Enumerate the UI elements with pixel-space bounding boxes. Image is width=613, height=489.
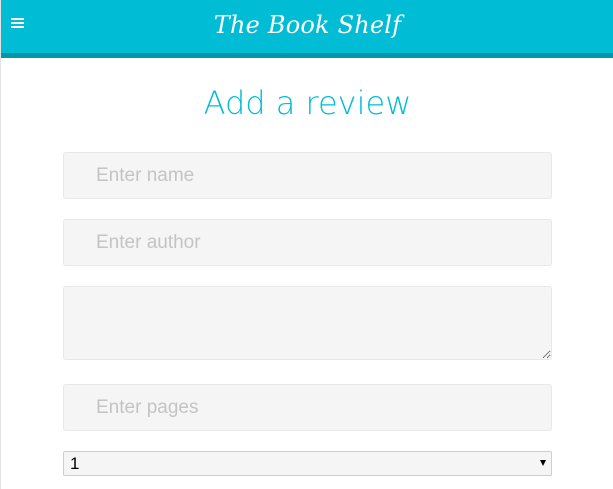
name-input[interactable]: [63, 152, 552, 199]
app-title: The Book Shelf: [213, 11, 402, 39]
app-frame: The Book Shelf Add a review 1: [0, 0, 613, 489]
rating-select[interactable]: 1: [63, 451, 552, 476]
review-textarea[interactable]: [63, 286, 552, 360]
page-title: Add a review: [203, 84, 412, 122]
pages-input[interactable]: [63, 384, 552, 431]
top-bar: The Book Shelf: [1, 0, 613, 58]
dropdown-arrow-icon: [540, 460, 546, 466]
author-input[interactable]: [63, 219, 552, 266]
rating-select-value: 1: [70, 454, 80, 473]
